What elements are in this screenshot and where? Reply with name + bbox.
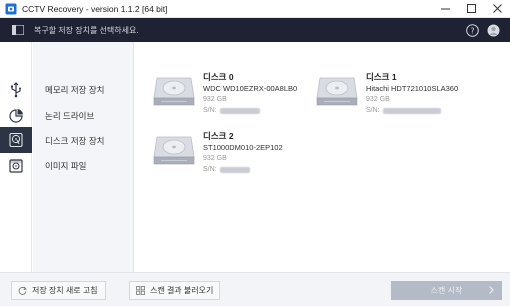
disk-list: 디스크 0 WDC WD10EZRX-00A8LB0 932 GB S/N: 디… xyxy=(135,42,510,272)
grid-icon xyxy=(136,286,145,295)
maximize-icon xyxy=(466,4,476,13)
disk-model: WDC WD10EZRX-00A8LB0 xyxy=(203,84,298,93)
title-bar: CCTV Recovery - version 1.1.2 [64 bit] xyxy=(0,0,510,18)
disk-name: 디스크 0 xyxy=(203,72,234,82)
window-title: CCTV Recovery - version 1.1.2 [64 bit] xyxy=(22,3,168,14)
app-header: 복구할 저장 장치를 선택하세요. ? xyxy=(0,18,510,42)
help-icon[interactable]: ? xyxy=(466,23,479,37)
sidebar-icon-image[interactable] xyxy=(0,153,32,179)
user-icon[interactable] xyxy=(487,24,500,37)
start-scan-label: 스캔 시작 xyxy=(430,286,463,295)
app-icon xyxy=(5,3,17,14)
disk-size: 932 GB xyxy=(366,96,390,103)
redacted-serial xyxy=(219,166,250,173)
menu-icon[interactable] xyxy=(12,25,24,35)
sidebar-item-disk-storage[interactable]: 디스크 저장 장치 xyxy=(45,135,104,147)
disk-serial: S/N: xyxy=(366,105,458,116)
partition-icon xyxy=(9,109,23,123)
disk-item[interactable]: 디스크 0 WDC WD10EZRX-00A8LB0 932 GB S/N: xyxy=(153,72,297,116)
sidebar-item-memory-storage[interactable]: 메모리 저장 장치 xyxy=(45,84,104,96)
sidebar-icon-memory[interactable] xyxy=(0,77,32,103)
sidebar-icon-logical[interactable] xyxy=(0,103,32,129)
sidebar-icon-disk[interactable] xyxy=(0,127,32,153)
redacted-serial xyxy=(382,107,441,114)
disk-name: 디스크 2 xyxy=(203,131,234,141)
disk-model: ST1000DM010-2EP102 xyxy=(203,143,283,152)
load-scan-results-button[interactable]: 스캔 결과 불러오기 xyxy=(129,281,220,300)
hard-drive-icon xyxy=(153,136,195,165)
start-scan-button[interactable]: 스캔 시작 xyxy=(391,281,502,300)
image-file-icon xyxy=(9,159,23,173)
disk-item[interactable]: 디스크 2 ST1000DM010-2EP102 932 GB S/N: xyxy=(153,131,283,175)
svg-text:?: ? xyxy=(470,26,474,35)
minimize-button[interactable] xyxy=(432,0,458,18)
disk-icon xyxy=(9,132,23,148)
usb-icon xyxy=(11,82,21,98)
storage-type-nav: 메모리 저장 장치 논리 드라이브 디스크 저장 장치 이미지 파일 xyxy=(33,42,134,272)
disk-size: 932 GB xyxy=(203,96,227,103)
refresh-icon xyxy=(18,286,27,295)
disk-model: Hitachi HDT721010SLA360 xyxy=(366,84,459,93)
maximize-button[interactable] xyxy=(458,0,484,18)
disk-serial-label: S/N: xyxy=(366,107,380,114)
close-icon xyxy=(492,4,502,13)
hard-drive-icon xyxy=(316,77,358,106)
refresh-devices-label: 저장 장치 새로 고침 xyxy=(32,286,98,295)
disk-item[interactable]: 디스크 1 Hitachi HDT721010SLA360 932 GB S/N… xyxy=(316,72,458,116)
disk-serial-label: S/N: xyxy=(203,107,217,114)
refresh-devices-button[interactable]: 저장 장치 새로 고침 xyxy=(11,281,106,300)
disk-size: 932 GB xyxy=(203,155,227,162)
header-instruction: 복구할 저장 장치를 선택하세요. xyxy=(34,25,139,35)
sidebar-icon-strip xyxy=(0,42,32,272)
chevron-right-icon xyxy=(489,286,494,294)
sidebar-item-image-file[interactable]: 이미지 파일 xyxy=(45,160,86,172)
redacted-serial xyxy=(219,107,260,114)
disk-name: 디스크 1 xyxy=(366,72,397,82)
disk-serial: S/N: xyxy=(203,105,297,116)
minimize-icon xyxy=(440,8,450,10)
footer-bar: 저장 장치 새로 고침 스캔 결과 불러오기 스캔 시작 xyxy=(0,272,510,306)
load-scan-results-label: 스캔 결과 불러오기 xyxy=(150,286,214,295)
sidebar-item-logical-drive[interactable]: 논리 드라이브 xyxy=(45,110,94,122)
hard-drive-icon xyxy=(153,77,195,106)
disk-serial: S/N: xyxy=(203,164,283,175)
disk-serial-label: S/N: xyxy=(203,166,217,173)
close-button[interactable] xyxy=(484,0,510,18)
